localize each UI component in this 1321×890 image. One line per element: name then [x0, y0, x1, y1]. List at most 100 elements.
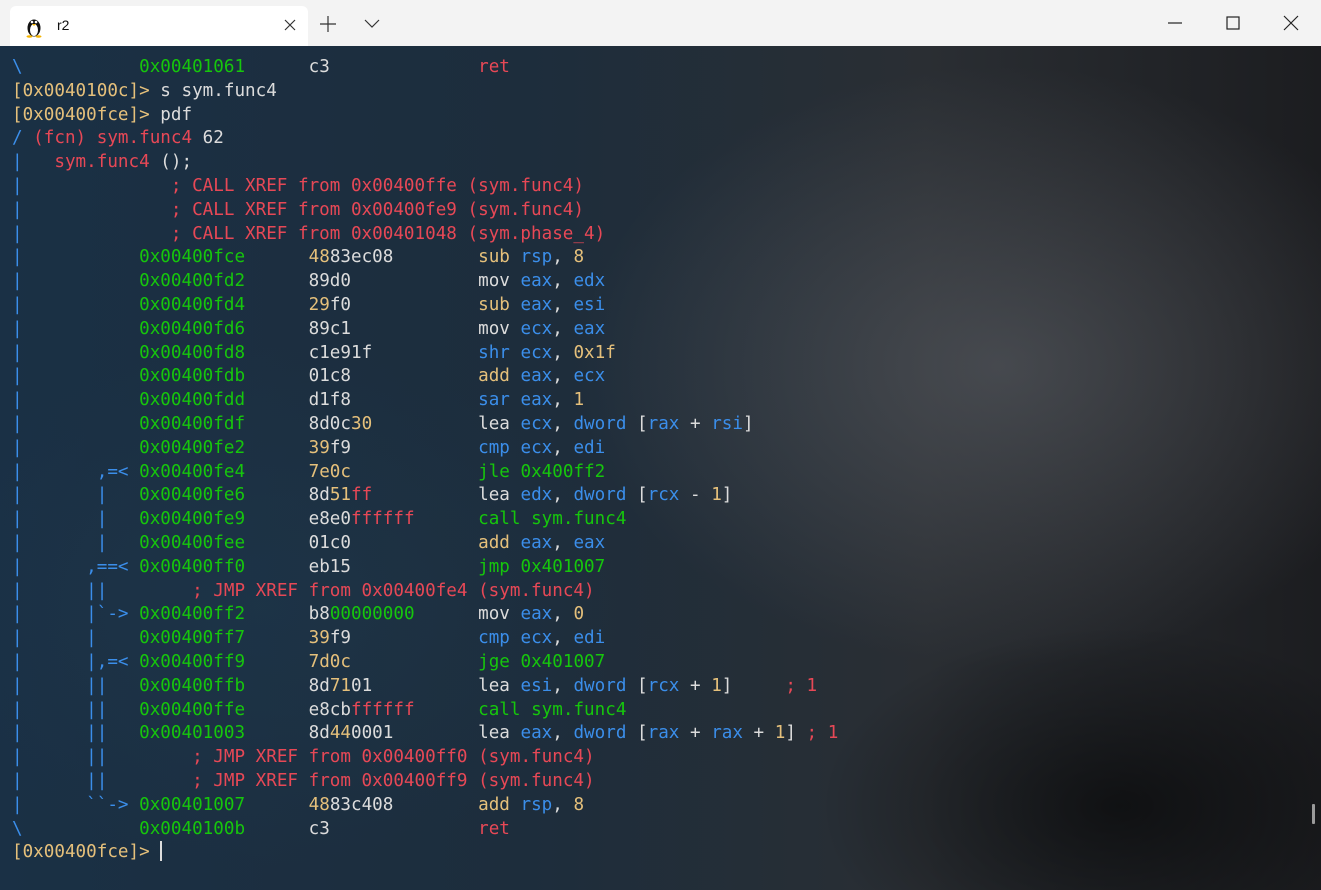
terminal-text: ,	[552, 390, 574, 411]
terminal-text: ,	[552, 485, 574, 506]
terminal-line: | | 0x00400fe9 e8e0ffffff call sym.func4	[12, 507, 626, 531]
terminal-text: 62	[192, 128, 224, 149]
terminal-text: eax	[520, 604, 553, 625]
terminal-line: | 0x00400fd2 89d0 mov eax, edx	[12, 269, 605, 293]
terminal-text: 1	[711, 675, 722, 696]
terminal-text: eax	[573, 318, 606, 339]
terminal-line: | ``-> 0x00401007 4883c408 add rsp, 8	[12, 793, 584, 817]
terminal-text: |	[12, 414, 23, 434]
terminal-text: 8d	[308, 675, 330, 696]
terminal-text: ret	[478, 57, 510, 77]
terminal-text: 0x00400ff9	[139, 652, 246, 672]
terminal-text: s sym.func4	[149, 80, 277, 101]
terminal-text: \	[12, 818, 23, 839]
terminal-line: | sym.func4 ();	[12, 150, 192, 174]
terminal-text: ; 1	[795, 723, 839, 744]
terminal-text: eax	[520, 295, 553, 315]
minimize-button[interactable]	[1146, 0, 1204, 46]
terminal-text: |	[22, 628, 140, 649]
terminal-line: \ 0x0040100b c3 ret	[12, 817, 510, 841]
terminal-text: 0001	[351, 723, 394, 744]
terminal-text: |	[12, 366, 23, 387]
terminal-text: 0x00400fdf	[139, 414, 246, 434]
terminal-text: |	[12, 176, 23, 196]
terminal-text: |	[12, 747, 23, 768]
title-bar: r2	[0, 0, 1321, 46]
terminal-text: 83c408	[329, 794, 394, 815]
terminal-text: ; JMP XREF from 0x00400ff0 (sym.func4)	[107, 747, 595, 768]
maximize-button[interactable]	[1204, 0, 1262, 46]
scrollbar-thumb[interactable]	[1312, 804, 1315, 824]
new-tab-plus-icon[interactable]	[318, 14, 338, 34]
terminal-text: 7d0c	[308, 652, 351, 672]
terminal-text: edx	[573, 271, 606, 292]
tab-close-icon[interactable]	[280, 15, 300, 35]
terminal-text: f9	[329, 628, 351, 649]
terminal-text: 0x00400fd2	[139, 271, 246, 292]
terminal-text: ; CALL XREF from 0x00401048 (sym.phase_4…	[22, 223, 606, 244]
terminal-text: 0x00401007	[139, 794, 246, 815]
terminal-text: |	[12, 699, 23, 720]
terminal-text: dword	[573, 675, 627, 696]
terminal-text: ecx	[520, 628, 553, 649]
terminal-text: ffffff	[351, 509, 415, 530]
terminal-text: ,=<	[22, 461, 140, 482]
terminal-text: [	[626, 414, 648, 434]
terminal-line: | || 0x00401003 8d440001 lea eax, dword …	[12, 721, 838, 745]
terminal-text: ,	[552, 437, 574, 458]
terminal-text: rax	[647, 414, 680, 434]
terminal-text: ret	[478, 818, 510, 839]
chevron-down-icon[interactable]	[362, 16, 382, 32]
terminal-text: jge	[478, 652, 510, 672]
terminal-text: -	[679, 485, 712, 506]
terminal-text: ,==<	[22, 556, 140, 577]
tab-title: r2	[57, 17, 70, 33]
terminal-text: shr	[478, 342, 510, 363]
terminal-text: eax	[520, 271, 553, 292]
terminal-text: f9	[329, 437, 351, 458]
terminal-text: |,=<	[22, 652, 140, 672]
terminal-text: 8d	[308, 485, 330, 506]
terminal-text: 00000000	[329, 604, 415, 625]
terminal-text: 48	[308, 794, 330, 815]
terminal-text: d1f8	[308, 390, 351, 411]
terminal-text: ,	[552, 295, 574, 315]
terminal-line: | 0x00400fe2 39f9 cmp ecx, edi	[12, 436, 605, 460]
terminal-text: 0x00400fe6	[139, 485, 246, 506]
terminal-text: \	[12, 57, 23, 77]
terminal-text: ||	[22, 723, 140, 744]
terminal-text: dword	[573, 485, 627, 506]
terminal-text: pdf	[149, 104, 193, 125]
terminal-output[interactable]: \ 0x00401061 c3 ret [0x0040100c]> s sym.f…	[0, 46, 1321, 890]
tab-r2[interactable]: r2	[10, 6, 308, 46]
terminal-text: f0	[329, 295, 351, 315]
terminal-text: rax	[711, 723, 743, 744]
terminal-line: | ,==< 0x00400ff0 eb15 jmp 0x401007	[12, 555, 605, 579]
terminal-text: mov	[478, 604, 510, 625]
terminal-text: 0x00400ff0	[139, 556, 246, 577]
terminal-text: ]	[785, 723, 796, 744]
terminal-text: mov	[478, 318, 510, 339]
terminal-text: 0x00400fe9	[139, 509, 246, 530]
terminal-line: | ; CALL XREF from 0x00401048 (sym.phase…	[12, 222, 605, 246]
terminal-text: |	[12, 794, 23, 815]
terminal-text: |	[12, 390, 23, 411]
close-window-button[interactable]	[1262, 0, 1320, 46]
terminal-text: 89c1	[308, 318, 351, 339]
terminal-text: lea	[478, 414, 510, 434]
terminal-text: ; JMP XREF from 0x00400ff9 (sym.func4)	[107, 771, 595, 791]
